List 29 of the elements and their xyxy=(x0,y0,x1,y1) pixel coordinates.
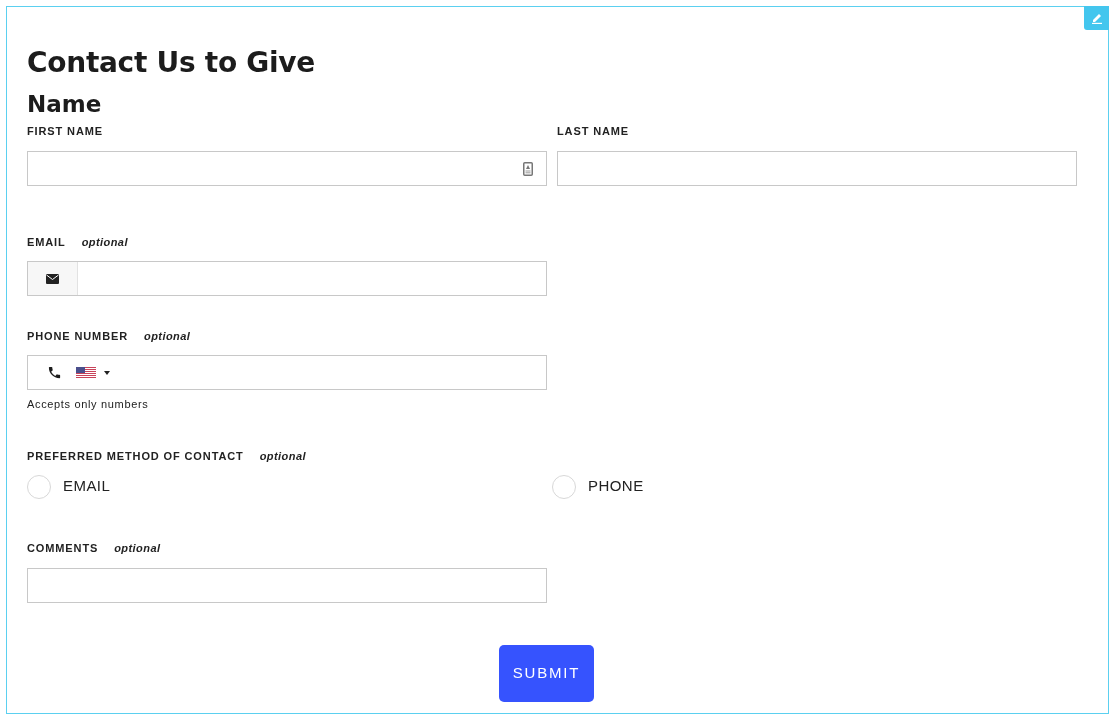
field-label: FIRST NAME xyxy=(27,123,104,139)
email-field[interactable] xyxy=(27,261,547,296)
field-label: COMMENTS xyxy=(27,541,99,557)
phone-field[interactable] xyxy=(27,355,547,390)
optional-note: optional xyxy=(114,541,161,557)
contact-card-icon xyxy=(523,162,533,176)
field-label: PHONE NUMBER xyxy=(27,328,128,344)
field-label: PREFERRED METHOD OF CONTACT xyxy=(27,449,244,465)
phone-icon xyxy=(47,365,62,380)
field-label: EMAIL xyxy=(27,234,66,250)
radio-option[interactable]: EMAIL xyxy=(27,474,552,499)
caret-icon xyxy=(104,370,110,375)
text-field[interactable] xyxy=(27,151,547,186)
section-heading: Name xyxy=(27,90,103,119)
radio-option[interactable]: PHONE xyxy=(552,474,1077,499)
field-label: LAST NAME xyxy=(557,123,630,139)
text-field[interactable] xyxy=(557,151,1077,186)
form-title: Contact Us to Give xyxy=(27,45,317,81)
optional-note: optional xyxy=(144,328,191,344)
optional-note: optional xyxy=(259,449,306,465)
pencil-icon xyxy=(1090,12,1103,24)
edit-button[interactable] xyxy=(1084,6,1109,30)
comments-field[interactable] xyxy=(27,567,547,603)
optional-note: optional xyxy=(81,234,128,250)
flag-icon xyxy=(76,367,96,378)
submit-button[interactable]: SUBMIT xyxy=(499,644,594,702)
envelope-icon xyxy=(46,273,59,284)
country-selector[interactable] xyxy=(76,367,110,378)
field-hint: Accepts only numbers xyxy=(27,397,150,412)
